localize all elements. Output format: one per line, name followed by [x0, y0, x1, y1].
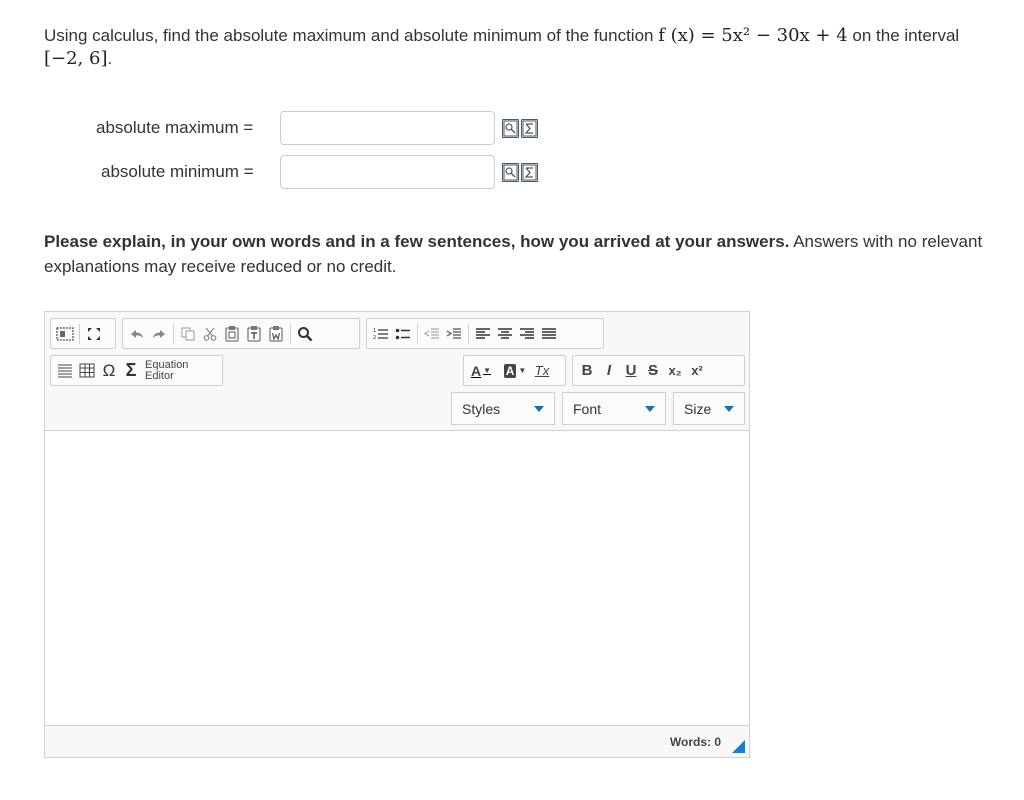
size-dropdown[interactable]: Size: [673, 392, 745, 425]
text-color-button[interactable]: A ▼: [467, 359, 495, 383]
question-text: Using calculus, find the absolute maximu…: [44, 24, 1014, 70]
indent-icon[interactable]: [443, 322, 465, 346]
numbered-list-icon[interactable]: 12: [370, 322, 392, 346]
resize-handle-icon[interactable]: [732, 740, 745, 753]
strike-button[interactable]: S: [642, 359, 664, 383]
styles-dropdown[interactable]: Styles: [451, 392, 555, 425]
interval-expression: [−2, 6]: [44, 48, 108, 69]
paste-icon[interactable]: [221, 322, 243, 346]
toolbar-separator: [417, 323, 418, 344]
preview-icon[interactable]: [502, 119, 519, 138]
toolbar-separator: [79, 323, 80, 344]
toolbar-group-colors: A ▼ A ▼ Tx: [463, 355, 566, 386]
rich-text-editor: 12 Ω Σ Equation Editor A ▼ A ▼ Tx B I U …: [44, 311, 750, 758]
redo-icon[interactable]: [148, 322, 170, 346]
cut-icon[interactable]: [199, 322, 221, 346]
copy-icon[interactable]: [177, 322, 199, 346]
find-icon[interactable]: [294, 322, 316, 346]
toolbar-group-document: [50, 318, 116, 349]
absolute-minimum-label: absolute minimum =: [101, 162, 254, 181]
align-center-icon[interactable]: [494, 322, 516, 346]
sigma-equation-icon[interactable]: Σ: [120, 359, 142, 383]
font-dropdown[interactable]: Font: [562, 392, 666, 425]
question-prefix: Using calculus, find the absolute maximu…: [44, 26, 659, 45]
toolbar-separator: [468, 323, 469, 344]
equation-editor-label-line1: Equation: [145, 358, 189, 371]
explanation-prompt-bold: Please explain, in your own words and in…: [44, 232, 790, 251]
underline-button[interactable]: U: [620, 359, 642, 383]
toolbar-separator: [290, 323, 291, 344]
align-right-icon[interactable]: [516, 322, 538, 346]
background-color-label: A: [503, 363, 517, 378]
superscript-button[interactable]: x²: [686, 359, 708, 383]
svg-text:2: 2: [373, 335, 376, 341]
preview-icon[interactable]: [502, 163, 519, 182]
toolbar-group-clipboard: [122, 318, 360, 349]
question-suffix: .: [107, 49, 113, 68]
sigma-icon[interactable]: [521, 119, 538, 138]
bulleted-list-icon[interactable]: [392, 322, 414, 346]
source-icon[interactable]: [54, 322, 76, 346]
justify-icon[interactable]: [538, 322, 560, 346]
toolbar-separator: [173, 323, 174, 344]
editor-statusbar: Words: 0: [45, 725, 749, 757]
question-middle: on the interval: [847, 26, 960, 45]
equation-editor-button[interactable]: Equation Editor: [142, 358, 189, 382]
outdent-icon[interactable]: [421, 322, 443, 346]
svg-text:1: 1: [373, 328, 376, 334]
sigma-icon[interactable]: [521, 163, 538, 182]
function-expression: f (x) = 5x² − 30x + 4: [658, 25, 848, 46]
bold-button[interactable]: B: [576, 359, 598, 383]
font-dropdown-label: Font: [573, 400, 602, 417]
word-count: Words: 0: [669, 735, 721, 749]
equation-editor-label-line2: Editor: [145, 369, 174, 382]
chevron-down-icon: [645, 405, 655, 412]
absolute-minimum-input[interactable]: [280, 155, 495, 189]
undo-icon[interactable]: [126, 322, 148, 346]
subscript-button[interactable]: x₂: [664, 359, 686, 383]
text-color-label: A: [470, 362, 482, 379]
editor-toolbar: 12 Ω Σ Equation Editor A ▼ A ▼ Tx B I U …: [45, 312, 749, 431]
horizontal-rule-icon[interactable]: [54, 359, 76, 383]
paste-text-icon[interactable]: [243, 322, 265, 346]
special-character-icon[interactable]: Ω: [98, 359, 120, 383]
toolbar-group-paragraph: 12: [366, 318, 604, 349]
chevron-down-icon: [534, 405, 544, 412]
absolute-maximum-input[interactable]: [280, 111, 495, 145]
italic-button[interactable]: I: [598, 359, 620, 383]
explanation-prompt: Please explain, in your own words and in…: [44, 229, 1019, 279]
absolute-maximum-label: absolute maximum =: [96, 118, 254, 137]
editor-content-area[interactable]: [45, 431, 749, 725]
chevron-down-icon: [724, 405, 734, 412]
remove-format-icon[interactable]: Tx: [531, 359, 553, 383]
toolbar-group-insert: Ω Σ Equation Editor: [50, 355, 223, 386]
styles-dropdown-label: Styles: [462, 400, 501, 417]
paste-word-icon[interactable]: [265, 322, 287, 346]
align-left-icon[interactable]: [472, 322, 494, 346]
toolbar-group-basicstyles: B I U S x₂ x²: [572, 355, 745, 386]
maximize-icon[interactable]: [83, 322, 105, 346]
table-icon[interactable]: [76, 359, 98, 383]
size-dropdown-label: Size: [684, 400, 712, 417]
background-color-button[interactable]: A ▼: [499, 359, 531, 383]
